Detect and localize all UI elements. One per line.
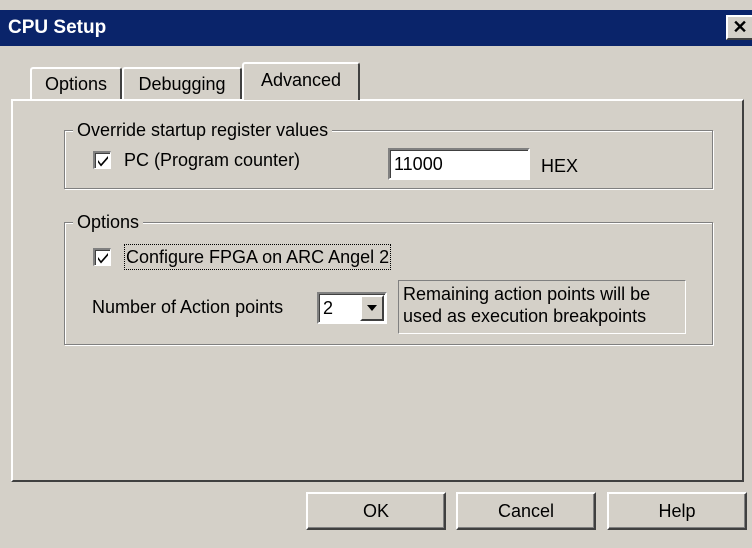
pc-checkbox[interactable]: [93, 151, 111, 169]
window-title: CPU Setup: [8, 17, 107, 38]
tab-advanced[interactable]: Advanced: [242, 62, 360, 100]
checkmark-icon: [98, 253, 108, 264]
action-points-label: Number of Action points: [92, 297, 284, 317]
help-button-label: Help: [658, 501, 696, 521]
close-icon: ✕: [732, 17, 748, 37]
tab-debugging[interactable]: Debugging: [122, 67, 242, 99]
note-line-1: Remaining action points will be: [403, 284, 651, 304]
tab-advanced-label: Advanced: [260, 70, 342, 90]
pc-checkbox-label[interactable]: PC (Program counter): [124, 149, 300, 171]
pc-value-text: 11000: [394, 154, 443, 174]
action-points-select[interactable]: 2: [317, 292, 387, 324]
ok-button-label: OK: [362, 501, 389, 521]
dropdown-arrow-icon: [367, 305, 377, 311]
action-points-dropdown-button[interactable]: [360, 295, 384, 321]
action-points-value: 2: [323, 298, 334, 318]
cpu-setup-dialog: CPU Setup ✕ Options Debugging Advanced O…: [0, 0, 752, 548]
cancel-button-label: Cancel: [497, 501, 555, 521]
options-group-legend: Options: [73, 211, 144, 233]
fpga-checkbox[interactable]: [93, 248, 111, 266]
help-button[interactable]: Help: [607, 492, 747, 530]
tab-options[interactable]: Options: [30, 67, 122, 99]
checkmark-icon: [98, 156, 108, 167]
ok-button[interactable]: OK: [306, 492, 446, 530]
tab-options-label: Options: [44, 74, 108, 94]
fpga-checkbox-label[interactable]: Configure FPGA on ARC Angel 2: [123, 244, 392, 270]
note-line-2: used as execution breakpoints: [403, 306, 647, 326]
pc-unit-label: HEX: [541, 156, 579, 176]
close-button[interactable]: ✕: [726, 15, 752, 40]
override-startup-legend: Override startup register values: [73, 119, 333, 141]
cancel-button[interactable]: Cancel: [456, 492, 596, 530]
tab-debugging-label: Debugging: [138, 74, 226, 94]
pc-value-input[interactable]: 11000: [388, 148, 530, 180]
title-bar[interactable]: CPU Setup ✕: [0, 10, 752, 46]
action-points-note: Remaining action points will be used as …: [398, 280, 686, 334]
